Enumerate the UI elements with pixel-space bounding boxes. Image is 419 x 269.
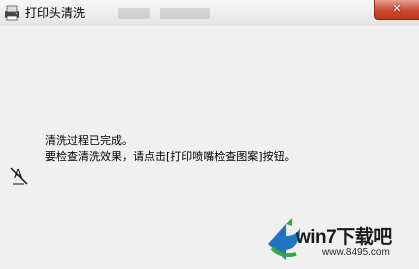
watermark-url: www.8495.com (322, 247, 390, 258)
instruction-message: 要检查清洗效果，请点击[打印喷嘴检查图案]按钮。 (45, 150, 296, 163)
title-bar[interactable]: 打印头清洗 ✕ (0, 0, 419, 26)
title-bar-ghost (118, 8, 150, 19)
completion-message: 清洗过程已完成。 (45, 134, 133, 147)
printhead-clean-icon: A (10, 167, 28, 185)
watermark-brand: win7下载吧 (296, 227, 392, 248)
window-title: 打印头清洗 (25, 6, 86, 20)
close-icon: ✕ (392, 2, 402, 15)
close-button[interactable]: ✕ (374, 0, 419, 20)
title-bar-ghost (160, 8, 210, 19)
printer-icon (5, 5, 19, 21)
